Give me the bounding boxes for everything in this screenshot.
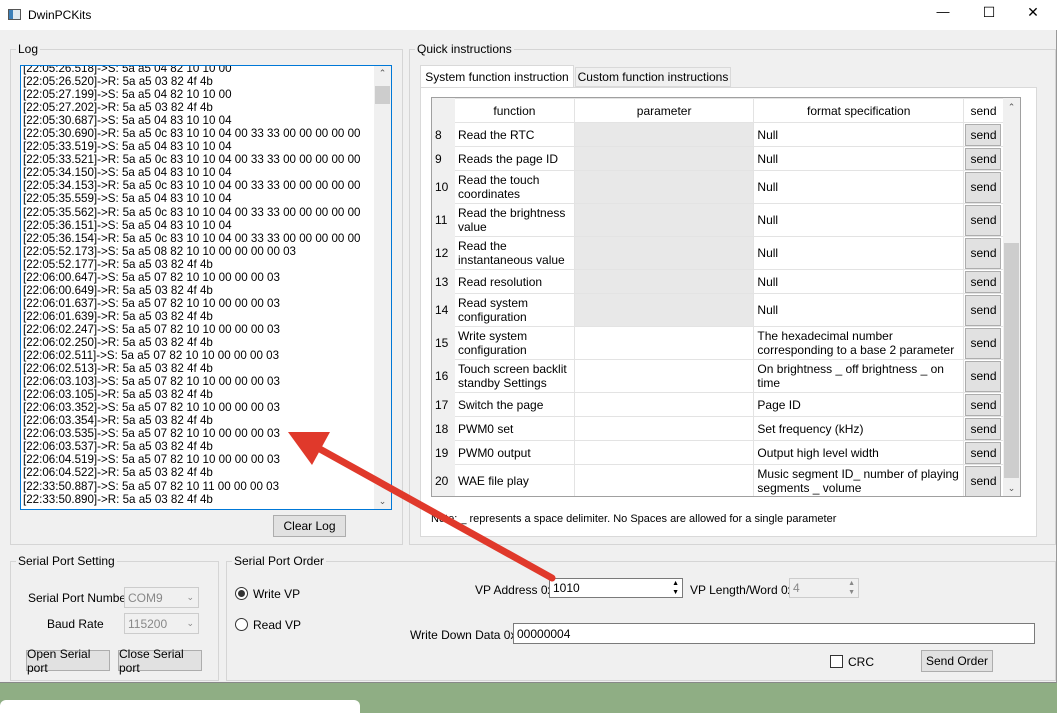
arrow-shaft	[314, 444, 556, 582]
annotation-arrow	[288, 432, 556, 582]
